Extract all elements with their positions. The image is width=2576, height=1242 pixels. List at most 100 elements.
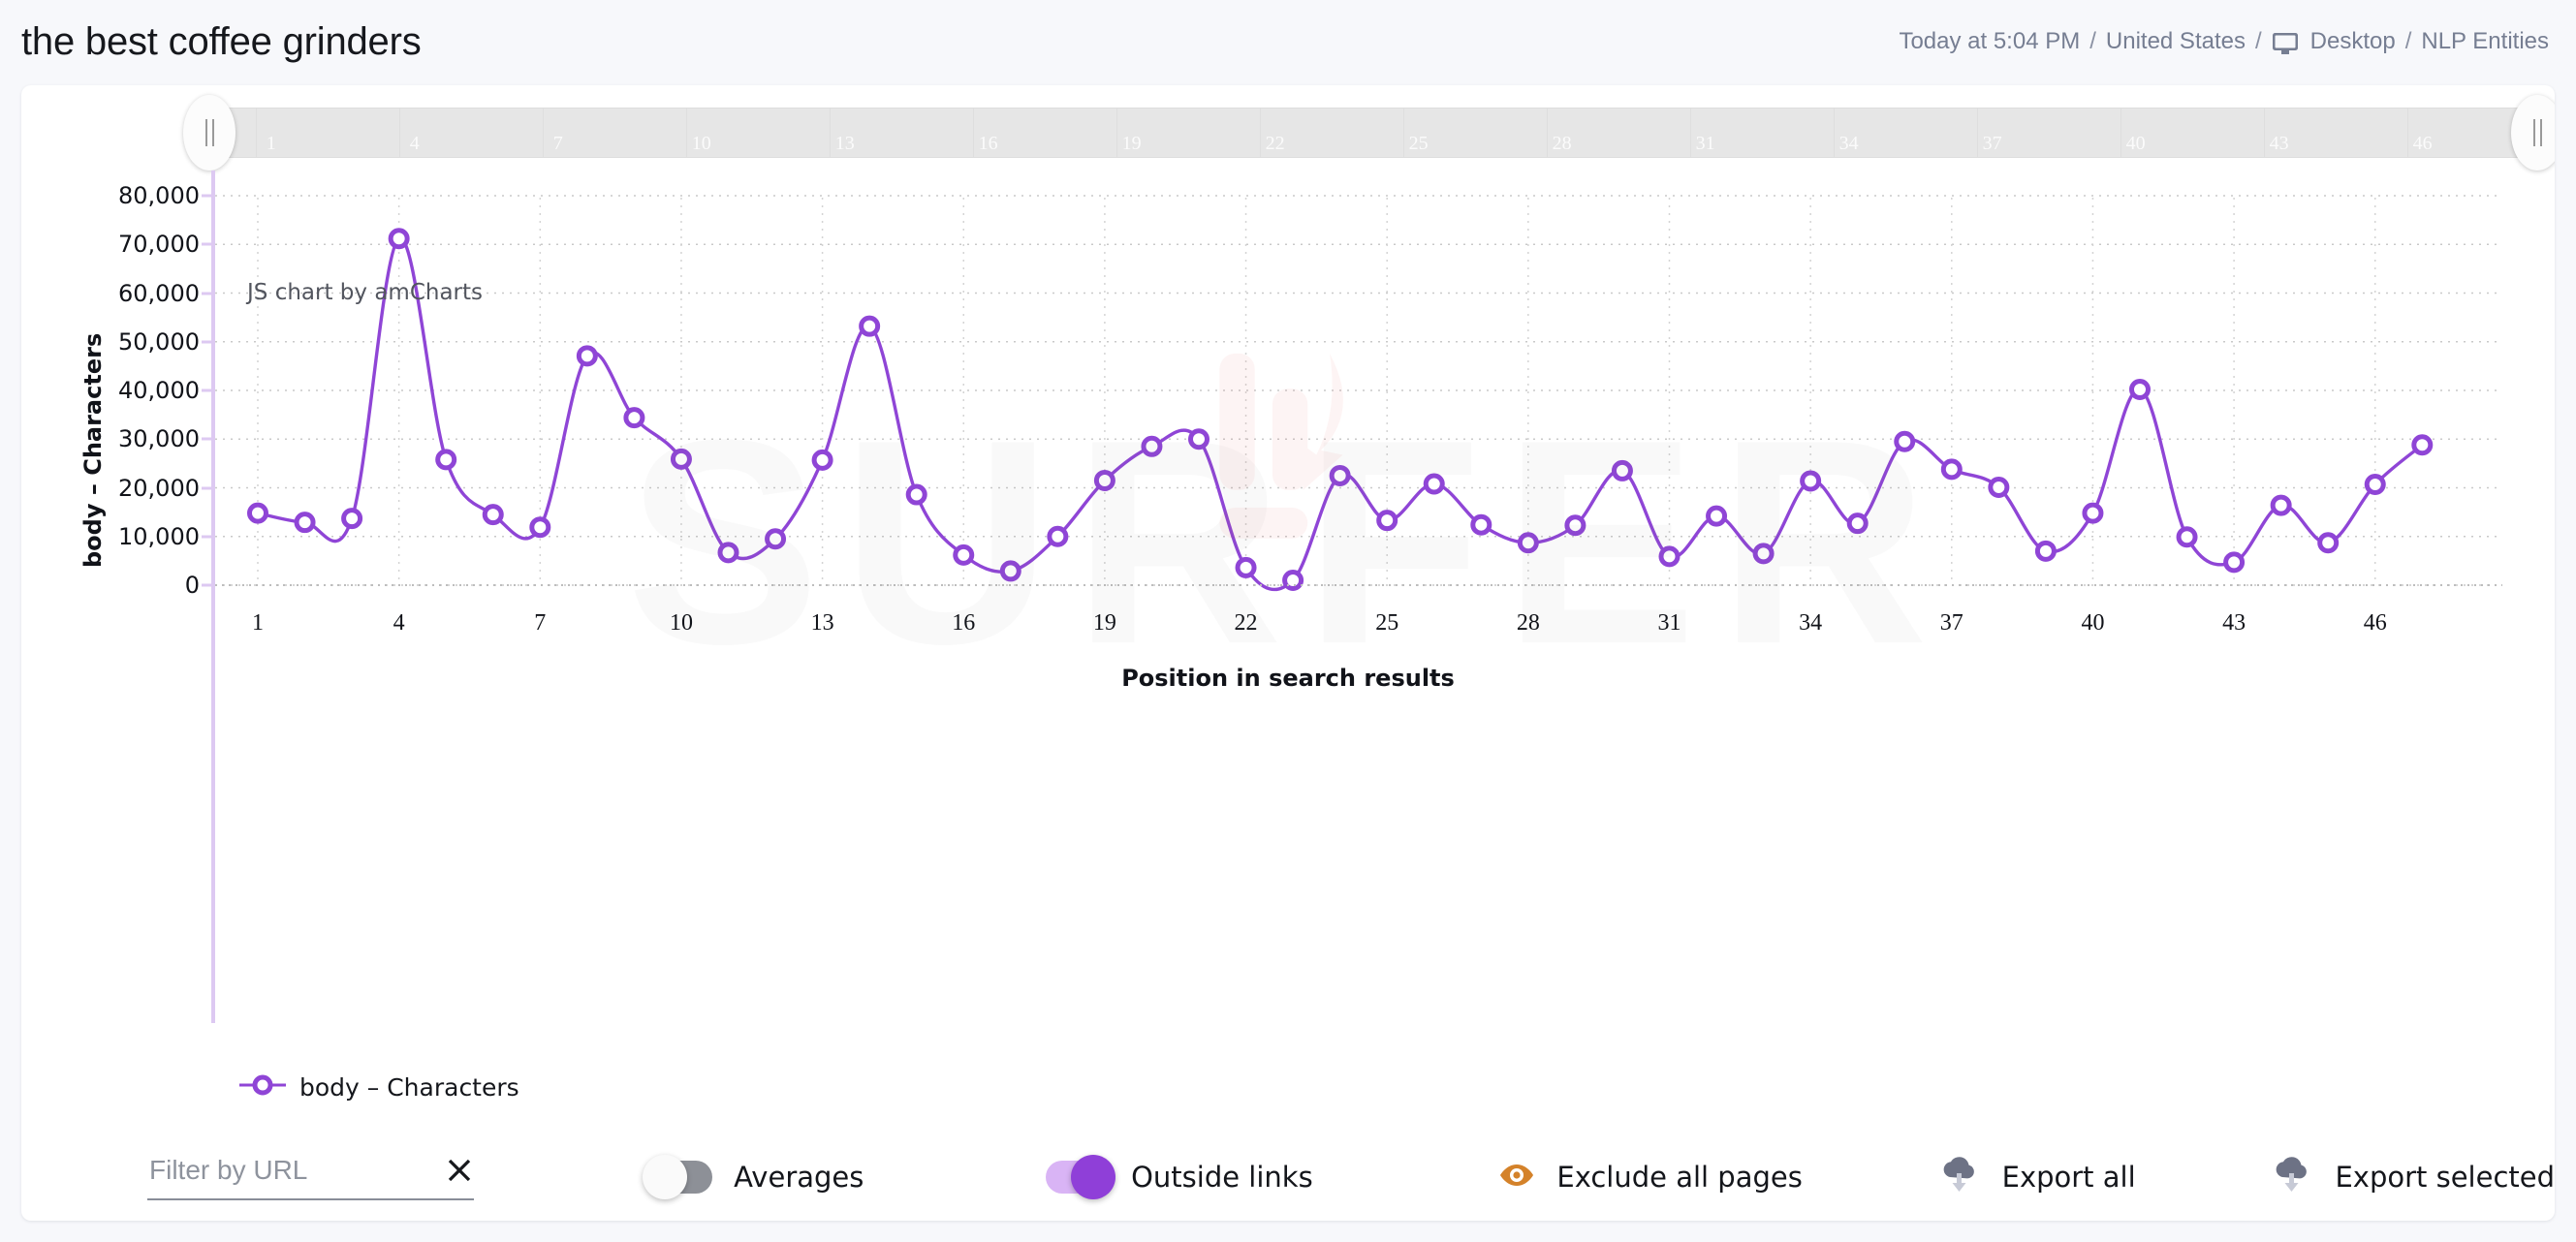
scrollbar-tickline (2263, 109, 2265, 157)
data-point[interactable] (2317, 532, 2340, 554)
data-point[interactable] (1376, 510, 1398, 532)
y-axis-tick-label: 20,000 (118, 474, 200, 502)
scrollbar-tick-label: 28 (1552, 133, 1572, 154)
data-point[interactable] (2082, 502, 2104, 524)
data-point[interactable] (2129, 378, 2151, 400)
data-point[interactable] (1423, 473, 1445, 495)
data-point[interactable] (1988, 476, 2010, 498)
scrollbar-tickline (972, 109, 974, 157)
data-point[interactable] (341, 508, 363, 530)
data-point[interactable] (2034, 540, 2057, 562)
scrollbar-tickline (2406, 109, 2408, 157)
data-point[interactable] (388, 228, 410, 250)
data-point[interactable] (529, 516, 551, 539)
averages-control[interactable]: Averages (643, 1155, 864, 1199)
search-input[interactable] (147, 1154, 394, 1187)
data-point[interactable] (1752, 543, 1775, 565)
scrollbar-tickline (1115, 109, 1117, 157)
close-icon[interactable] (445, 1156, 474, 1185)
drag-handle-icon (2532, 119, 2542, 146)
scrollbar-tickline (685, 109, 687, 157)
scrollbar-tick-label: 7 (552, 133, 563, 154)
data-point[interactable] (623, 407, 645, 429)
data-point[interactable] (1940, 458, 1963, 481)
header-separator-1: / (2089, 28, 2096, 54)
data-point[interactable] (1706, 505, 1728, 527)
cloud-download-icon (1938, 1156, 1981, 1199)
export-selected-button[interactable]: Export selected (2271, 1156, 2555, 1199)
data-point[interactable] (1564, 514, 1586, 537)
data-point[interactable] (576, 345, 598, 367)
scrollbar-tick-label: 34 (1838, 133, 1859, 154)
page-header: the best coffee grinders Today at 5:04 P… (0, 0, 2576, 83)
cloud-download-icon (2271, 1156, 2313, 1199)
scrollbar-tickline (829, 109, 831, 157)
scrollbar-grip-right[interactable] (2511, 95, 2555, 171)
scrollbar-tick-label: 25 (1408, 133, 1429, 154)
data-point[interactable] (1235, 556, 1257, 578)
header-separator-3: / (2404, 28, 2412, 54)
data-point[interactable] (1470, 513, 1492, 536)
y-axis-tick-label: 30,000 (118, 425, 200, 453)
data-point[interactable] (1846, 512, 1869, 535)
scrollbar-tickline (1976, 109, 1978, 157)
data-point[interactable] (1894, 430, 1916, 452)
data-point[interactable] (1329, 464, 1351, 486)
export-all-button[interactable]: Export all (1938, 1156, 2136, 1199)
data-point[interactable] (905, 483, 927, 506)
data-point[interactable] (811, 449, 833, 471)
averages-toggle[interactable] (643, 1155, 713, 1199)
data-point[interactable] (2176, 526, 2198, 548)
x-axis-tick-label: 28 (1516, 610, 1540, 636)
data-point[interactable] (1658, 545, 1681, 568)
scrollbar-tickline (1689, 109, 1691, 157)
amcharts-credit: JS chart by amCharts (247, 280, 484, 305)
scrollbar-tickline (1833, 109, 1835, 157)
scrollbar-tick-label: 40 (2125, 133, 2146, 154)
scrollbar-tick-label: 22 (1265, 133, 1285, 154)
data-point[interactable] (670, 448, 692, 470)
data-point[interactable] (1611, 459, 1633, 481)
header-device: Desktop (2309, 28, 2396, 54)
data-point[interactable] (482, 504, 504, 526)
data-point[interactable] (1517, 532, 1539, 554)
data-point[interactable] (953, 543, 975, 566)
data-point[interactable] (999, 560, 1021, 582)
data-point[interactable] (1093, 469, 1115, 491)
averages-label: Averages (734, 1161, 864, 1194)
header-country: United States (2105, 28, 2246, 54)
outside-links-control[interactable]: Outside links (1046, 1155, 1313, 1199)
y-axis-tick-label: 50,000 (118, 327, 200, 356)
data-point[interactable] (1141, 435, 1163, 457)
page-title: the best coffee grinders (21, 19, 422, 63)
scrollbar-tickline (1259, 109, 1261, 157)
chart-legend[interactable]: body – Characters (239, 1073, 519, 1102)
data-point[interactable] (1188, 428, 1209, 450)
data-point[interactable] (435, 449, 457, 471)
data-point[interactable] (717, 542, 739, 564)
data-point[interactable] (1047, 525, 1069, 547)
data-point[interactable] (765, 528, 787, 550)
x-axis-tick-label: 40 (2081, 610, 2105, 636)
x-axis-tick-label: 25 (1375, 610, 1399, 636)
x-axis-tick-label: 4 (393, 610, 405, 636)
y-axis-tick-label: 0 (184, 572, 200, 599)
data-point[interactable] (859, 315, 881, 337)
data-point[interactable] (247, 502, 268, 524)
filter-by-url-field[interactable] (147, 1154, 475, 1200)
data-point[interactable] (2364, 473, 2386, 495)
data-point[interactable] (2411, 434, 2434, 456)
scrollbar-grip-left[interactable] (183, 95, 236, 171)
data-point[interactable] (2270, 494, 2292, 516)
x-axis-tick-label: 1 (252, 610, 264, 636)
exclude-all-pages-label: Exclude all pages (1556, 1161, 1803, 1194)
y-axis-tick-label: 10,000 (118, 522, 200, 550)
header-separator-2: / (2254, 28, 2262, 54)
data-point[interactable] (2223, 551, 2246, 574)
data-point[interactable] (1800, 470, 1822, 492)
exclude-all-pages-button[interactable]: Exclude all pages (1498, 1161, 1803, 1194)
data-point[interactable] (294, 512, 316, 534)
chart-range-scrollbar[interactable]: 1 4 7 10 13 16 19 22 25 28 31 34 37 40 43 46 (183, 95, 2555, 171)
outside-links-toggle[interactable] (1046, 1155, 1116, 1199)
header-mode: NLP Entities (2421, 28, 2549, 54)
